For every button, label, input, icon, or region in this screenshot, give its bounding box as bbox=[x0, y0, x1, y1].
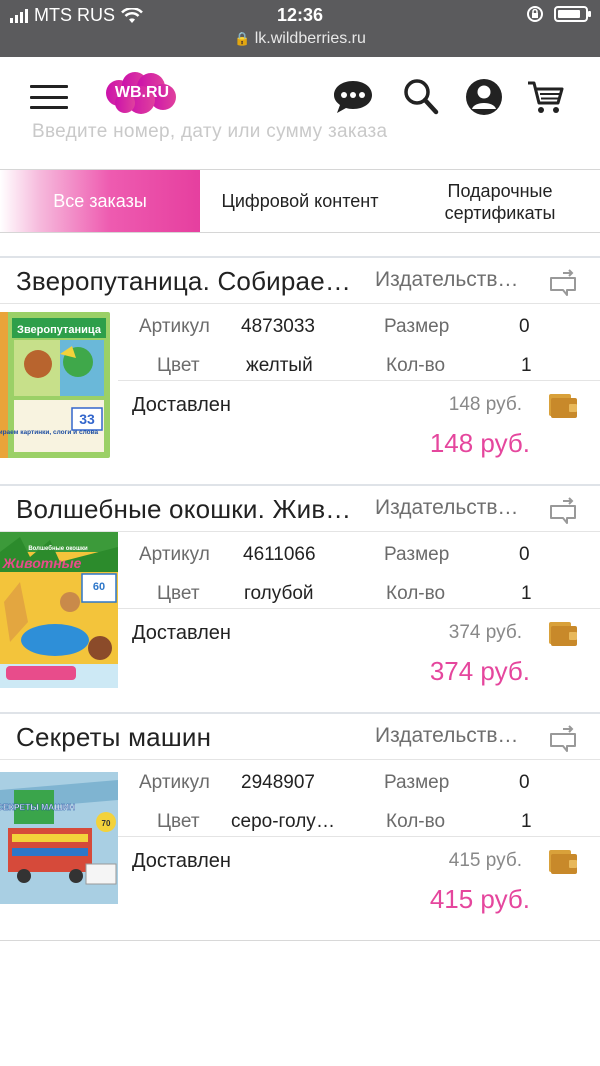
color-label: Цвет bbox=[157, 583, 200, 604]
qty-label: Кол-во bbox=[386, 583, 446, 604]
battery-icon bbox=[554, 6, 591, 22]
color-value: голубой bbox=[244, 583, 314, 604]
wallet-icon bbox=[549, 622, 577, 646]
product-cover-text: СЕКРЕТЫ МАШИН 70 bbox=[0, 802, 111, 828]
cart-icon[interactable] bbox=[526, 77, 566, 117]
product-title[interactable]: Зверопутаница. Собираем картинки, слоги … bbox=[16, 266, 356, 297]
order-total: 415 руб. bbox=[429, 884, 530, 914]
color-value: желтый bbox=[246, 355, 313, 376]
order-total: 148 руб. bbox=[429, 428, 530, 458]
size-label: Размер bbox=[384, 316, 450, 337]
wallet-icon bbox=[549, 850, 577, 874]
size-label: Размер bbox=[384, 544, 450, 565]
size-value: 0 bbox=[519, 316, 530, 337]
size-value: 0 bbox=[519, 544, 530, 565]
product-cover-text: Зверопутаница 33 Собираем картинки, слог… bbox=[0, 324, 102, 436]
qty-value: 1 bbox=[521, 811, 532, 832]
return-icon[interactable] bbox=[547, 724, 579, 754]
lock-icon: 🔒 bbox=[234, 31, 251, 46]
unit-price: 148 руб. bbox=[448, 394, 522, 415]
return-icon[interactable] bbox=[547, 268, 579, 298]
order-search-input[interactable]: Введите номер, дату или сумму заказа bbox=[32, 121, 387, 143]
url-text: lk.wildberries.ru bbox=[254, 30, 366, 47]
order-tabs: Все заказы Цифровой контент Подарочные с… bbox=[0, 169, 600, 233]
article-label: Артикул bbox=[139, 544, 210, 565]
status-icons bbox=[526, 5, 591, 23]
qty-label: Кол-во bbox=[386, 355, 446, 376]
profile-icon[interactable] bbox=[464, 77, 504, 117]
tab-digital-content[interactable]: Цифровой контент bbox=[200, 170, 400, 232]
order-status: Доставлен bbox=[132, 850, 231, 872]
menu-icon[interactable] bbox=[30, 85, 68, 109]
article-value: 4873033 bbox=[241, 316, 315, 337]
tab-gift-line1: Подарочные bbox=[447, 181, 553, 201]
article-value: 4611066 bbox=[243, 544, 316, 565]
order-card: Волшебные окошки. Животные Издательство … bbox=[0, 484, 600, 714]
battery-level bbox=[558, 10, 580, 18]
order-card: Зверопутаница. Собираем картинки, слоги … bbox=[0, 256, 600, 486]
chat-icon[interactable] bbox=[333, 77, 373, 117]
cover-title: Животные bbox=[2, 555, 82, 571]
size-label: Размер bbox=[384, 772, 450, 793]
order-card: Секреты машин Издательство Робинс СЕКРЕТ… bbox=[0, 712, 600, 942]
unit-price: 415 руб. bbox=[448, 850, 522, 871]
product-title[interactable]: Секреты машин bbox=[16, 722, 356, 753]
url-bar[interactable]: 🔒 lk.wildberries.ru bbox=[0, 30, 600, 48]
product-brand: Издательство Робинс bbox=[375, 268, 530, 291]
qty-value: 1 bbox=[521, 583, 532, 604]
order-total: 374 руб. bbox=[429, 656, 530, 686]
article-value: 2948907 bbox=[241, 772, 315, 793]
qty-label: Кол-во bbox=[386, 811, 446, 832]
cover-badge: 60 bbox=[93, 581, 105, 593]
tab-all-orders[interactable]: Все заказы bbox=[0, 170, 200, 232]
product-brand: Издательство Робинс bbox=[375, 496, 530, 519]
status-bar: MTS RUS 12:36 🔒 lk.wildberries.ru bbox=[0, 0, 600, 57]
rotation-lock-icon bbox=[527, 6, 543, 22]
product-title[interactable]: Волшебные окошки. Животные bbox=[16, 494, 356, 525]
logo[interactable]: WB.RU bbox=[105, 71, 179, 115]
clock: 12:36 bbox=[276, 5, 324, 25]
color-label: Цвет bbox=[157, 355, 200, 376]
search-icon[interactable] bbox=[401, 77, 441, 117]
return-icon[interactable] bbox=[547, 496, 579, 526]
cover-badge: 33 bbox=[79, 411, 95, 427]
article-label: Артикул bbox=[139, 316, 210, 337]
cover-subtitle: Волшебные окошки bbox=[28, 545, 88, 552]
tab-gift-line2: сертификаты bbox=[444, 203, 556, 223]
product-brand: Издательство Робинс bbox=[375, 724, 530, 747]
unit-price: 374 руб. bbox=[448, 622, 522, 643]
qty-value: 1 bbox=[521, 355, 532, 376]
cover-badge: 70 bbox=[102, 819, 111, 828]
cover-subtitle: Собираем картинки, слоги и слова bbox=[0, 428, 98, 436]
order-status: Доставлен bbox=[132, 622, 231, 644]
order-status: Доставлен bbox=[132, 394, 231, 416]
cover-title: Зверопутаница bbox=[17, 324, 102, 336]
size-value: 0 bbox=[519, 772, 530, 793]
cover-title: СЕКРЕТЫ МАШИН bbox=[0, 802, 75, 812]
tab-gift-certificates[interactable]: Подарочные сертификаты bbox=[400, 170, 600, 232]
color-label: Цвет bbox=[157, 811, 200, 832]
logo-text: WB.RU bbox=[114, 84, 170, 101]
wallet-icon bbox=[549, 394, 577, 418]
color-value: серо-голубой bbox=[231, 811, 341, 832]
list-end-divider bbox=[0, 940, 600, 941]
product-cover-text: Волшебные окошки Животные 60 bbox=[2, 545, 106, 593]
article-label: Артикул bbox=[139, 772, 210, 793]
